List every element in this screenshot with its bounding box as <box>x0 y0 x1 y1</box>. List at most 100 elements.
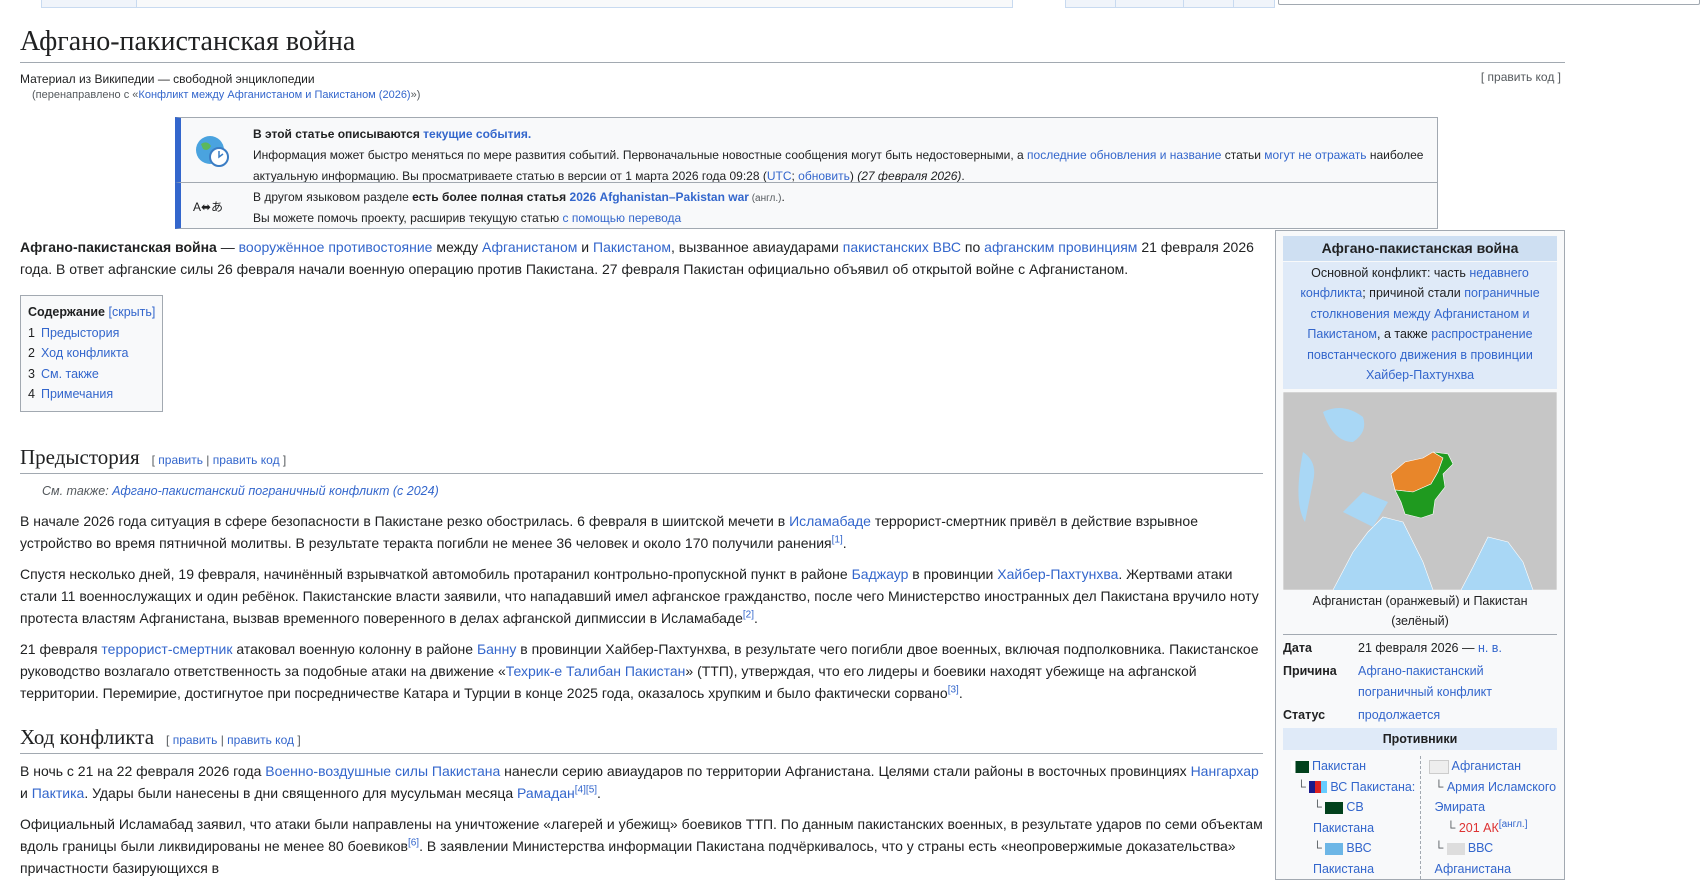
pakistan-link[interactable]: Пакистан <box>1312 759 1366 773</box>
text-span: и <box>577 239 593 255</box>
army-flag-icon <box>1325 801 1344 814</box>
row-cause: Причина Афгано-пакистанский пограничный к… <box>1283 661 1557 702</box>
inline-link[interactable]: Рамадан <box>517 785 575 801</box>
army-link[interactable]: Армия Исламского Эмирата <box>1435 780 1557 815</box>
text-span: — <box>216 239 239 255</box>
belligerents: Пакистан └ ВС Пакистана: └ СВ Пакистана … <box>1283 756 1557 879</box>
corps-link[interactable]: 201 АК <box>1459 821 1499 835</box>
text-span: Вы можете помочь проекту, расширив текущ… <box>253 211 563 225</box>
toc-item[interactable]: 2 Ход конфликта <box>28 343 155 364</box>
belligerent-afghanistan: Афганистан └ Армия Исламского Эмирата └ … <box>1419 756 1558 879</box>
inline-link[interactable]: последние обновления и название <box>1027 148 1221 162</box>
toc-link[interactable]: Примечания <box>41 387 113 401</box>
inline-link[interactable]: Банну <box>477 641 516 657</box>
toc-item[interactable]: 4 Примечания <box>28 384 155 405</box>
armed-forces-flag-icon <box>1309 781 1328 794</box>
row-status: Статус продолжается <box>1283 705 1557 726</box>
tab-history[interactable] <box>1233 0 1275 8</box>
toc-link[interactable]: Ход конфликта <box>41 346 129 360</box>
reference-link[interactable]: [3] <box>948 684 959 695</box>
text-span: В ночь с 21 на 22 февраля 2026 года <box>20 762 266 779</box>
text-span: . <box>961 169 965 183</box>
date-link[interactable]: н. в. <box>1478 641 1502 655</box>
tree-branch-icon: └ <box>1297 779 1310 794</box>
edit-code-link[interactable]: [ править код ] <box>1481 70 1561 84</box>
toc-item[interactable]: 3 См. также <box>28 364 155 385</box>
toc-link[interactable]: См. также <box>41 367 99 381</box>
current-events-link[interactable]: текущие события. <box>423 127 531 141</box>
section-title: Предыстория <box>20 444 140 469</box>
inline-link[interactable]: Нангархар <box>1191 763 1259 779</box>
translation-body: В другом языковом разделе есть более пол… <box>253 187 1429 209</box>
tab-edit-code[interactable] <box>1183 0 1235 8</box>
inline-link[interactable]: 2026 Afghanistan–Pakistan war <box>570 190 749 204</box>
hatnote-prefix: См. также: <box>42 483 113 498</box>
afghanistan-link[interactable]: Афганистан <box>1452 759 1522 773</box>
inline-link[interactable]: Хайбер-Пахтунхва <box>997 566 1118 582</box>
inline-link[interactable]: террорист-смертник <box>101 641 232 657</box>
inline-link[interactable]: могут не отражать <box>1264 148 1366 162</box>
text-span: атаковал военную колонну в районе <box>232 640 477 657</box>
tab-edit[interactable] <box>1115 0 1185 8</box>
toc-link[interactable]: Предыстория <box>41 326 119 340</box>
edit-code-link[interactable]: править код <box>213 453 280 467</box>
translate-icon: A⬌あ <box>193 200 224 214</box>
hatnote: См. также: Афгано-пакистанский пограничн… <box>20 480 1263 502</box>
text-span: в провинции <box>908 565 998 582</box>
inline-link[interactable]: Техрик-е Талибан Пакистан <box>506 663 686 679</box>
paragraph: Спустя несколько дней, 19 февраля, начин… <box>20 563 1263 629</box>
inline-link[interactable]: обновить <box>798 169 850 183</box>
inline-link[interactable]: пакистанских ВВС <box>843 239 961 255</box>
text-span: и <box>20 784 32 801</box>
edit-link[interactable]: править <box>173 733 218 747</box>
reference-link[interactable]: [4][5] <box>575 784 597 795</box>
tree-branch-icon: └ <box>1434 841 1447 855</box>
tab-read[interactable] <box>1065 0 1117 8</box>
text-span: . Удары были нанесены в дни священного д… <box>84 784 518 801</box>
separator: | <box>202 452 213 467</box>
inline-link[interactable]: UTC <box>767 169 792 183</box>
corps-en-link[interactable]: [англ.] <box>1499 818 1528 829</box>
toc-toggle[interactable]: [скрыть] <box>109 305 156 319</box>
status-link[interactable]: продолжается <box>1358 705 1557 726</box>
cause-link[interactable]: Афгано-пакистанский пограничный конфликт <box>1358 661 1557 702</box>
text-span: В другом языковом разделе <box>253 190 413 204</box>
inline-link[interactable]: Баджаур <box>852 566 909 582</box>
reference-link[interactable]: [6] <box>408 837 419 848</box>
redirect-link[interactable]: Конфликт между Афганистаном и Пакистаном… <box>138 89 410 101</box>
edit-link[interactable]: править <box>158 453 203 467</box>
edit-code-link[interactable]: править код <box>227 733 294 747</box>
top-navigation <box>0 0 1703 8</box>
inline-link[interactable]: Афганистаном <box>482 239 577 255</box>
search-input[interactable] <box>1278 0 1700 5</box>
inline-link[interactable]: с помощью перевода <box>562 211 681 225</box>
armed-forces-link[interactable]: ВС Пакистана: <box>1330 780 1415 794</box>
pakistan-flag-icon <box>1291 760 1309 773</box>
text-span: . <box>597 784 601 801</box>
globe-clock-icon <box>196 136 229 167</box>
belligerent-pakistan: Пакистан └ ВС Пакистана: └ СВ Пакистана … <box>1283 756 1420 879</box>
text-span: Афгано-пакистанская война <box>20 239 217 255</box>
row-date: Дата 21 февраля 2026 — н. в. <box>1283 633 1557 659</box>
text-span: . <box>781 190 785 204</box>
inline-link[interactable]: Пакистаном <box>593 239 671 255</box>
toc-item[interactable]: 1 Предыстория <box>28 323 155 344</box>
text-span: . <box>842 534 847 551</box>
hatnote-link[interactable]: Афгано-пакистанский пограничный конфликт… <box>112 484 439 498</box>
reference-link[interactable]: [2] <box>743 609 754 620</box>
article-body: Афгано-пакистанская война — вооружённое … <box>20 236 1263 888</box>
paragraph: Официальный Исламабад заявил, что атаки … <box>20 813 1263 879</box>
inline-link[interactable]: вооружённое противостояние <box>239 239 433 255</box>
inline-link[interactable]: афганским провинциям <box>984 239 1137 255</box>
tab-article[interactable] <box>41 0 138 8</box>
text-span: (англ.) <box>748 193 782 204</box>
inline-link[interactable]: Пактика <box>32 785 85 801</box>
air-force-emblem-icon <box>1446 842 1465 855</box>
text-span: по <box>961 239 985 255</box>
inline-link[interactable]: Военно-воздушные силы Пакистана <box>265 763 500 779</box>
reference-link[interactable]: [1] <box>832 534 843 545</box>
cause-label: Причина <box>1283 664 1337 678</box>
conflict-map[interactable] <box>1283 391 1557 590</box>
inline-link[interactable]: Исламабаде <box>789 513 871 529</box>
tagline: Материал из Википедии — свободной энцикл… <box>20 72 315 86</box>
